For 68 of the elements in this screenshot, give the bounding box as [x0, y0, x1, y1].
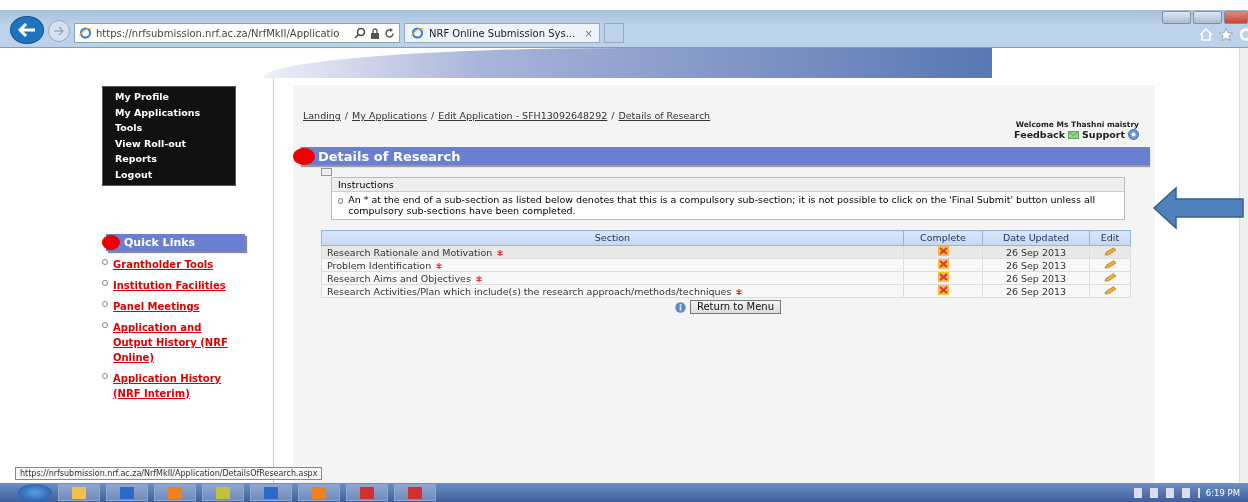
globe-icon[interactable]: [346, 484, 388, 501]
breadcrumb-link[interactable]: My Applications: [352, 110, 427, 121]
envelope-icon: [1068, 130, 1080, 139]
folder-icon[interactable]: [58, 484, 100, 501]
table-cell: Research Rationale and Motivation: [327, 246, 493, 258]
address-field[interactable]: https://nrfsubmission.nrf.ac.za/NrfMkII/Applicatio: [74, 23, 400, 43]
help-icon[interactable]: [1128, 129, 1139, 140]
browser-tab[interactable]: NRF Online Submission Sys... ×: [404, 23, 600, 43]
mail-icon[interactable]: [298, 484, 340, 501]
home-icon[interactable]: [1199, 28, 1213, 41]
forward-button[interactable]: [48, 20, 70, 42]
column-header: Edit: [1089, 230, 1131, 246]
instructions-text: An * at the end of a sub-section as listed below denotes that this is a compulsory sub-section; it is not possible to click on the 'Final Submit' button unless all compulsory sub-sections have been completed.: [348, 194, 1097, 216]
star-icon[interactable]: [1219, 28, 1233, 41]
media-icon[interactable]: [154, 484, 196, 501]
status-url: https://nrfsubmission.nrf.ac.za/NrfMkII/Application/DetailsOfResearch.aspx: [15, 467, 323, 480]
quick-link[interactable]: Application History (NRF Interim): [113, 370, 241, 401]
quick-links-title: Quick Links: [124, 235, 196, 249]
table-cell: Research Activities/Plan which include(s) the research approach/methods/techniques: [327, 285, 732, 297]
arrow-icon: [1152, 186, 1244, 230]
document-icon[interactable]: [250, 484, 292, 501]
collapse-button[interactable]: [321, 168, 332, 176]
minimize-button[interactable]: [1162, 11, 1191, 24]
table-cell: Problem Identification: [327, 259, 432, 271]
refresh-icon[interactable]: [384, 27, 395, 39]
feedback-link[interactable]: Feedback: [1014, 129, 1066, 140]
nav-menu-item[interactable]: Tools: [115, 120, 235, 136]
table-cell: Research Aims and Objectives: [327, 272, 471, 284]
breadcrumb-link[interactable]: Landing: [303, 110, 341, 121]
column-header: Date Updated: [982, 230, 1090, 246]
breadcrumb-separator: /: [430, 110, 435, 121]
breadcrumb-link[interactable]: Details of Research: [618, 110, 711, 121]
return-button[interactable]: Return to Menu: [689, 300, 781, 314]
back-arrow-icon: [18, 23, 36, 37]
quick-link[interactable]: Institution Facilities: [113, 277, 226, 293]
info-icon: [674, 301, 686, 313]
breadcrumb-separator: /: [611, 110, 615, 121]
nav-menu-item[interactable]: View Roll-out: [115, 135, 235, 152]
nav-menu-item[interactable]: Reports: [115, 151, 235, 167]
support-link[interactable]: Support: [1082, 129, 1125, 140]
new-tab-button[interactable]: [604, 23, 624, 43]
breadcrumb-link[interactable]: Edit Application - SFH13092648292: [438, 110, 608, 121]
quick-link[interactable]: Application and Output History (NRF Online): [113, 319, 241, 365]
dot-icon: [102, 234, 120, 250]
tool-icon[interactable]: [202, 484, 244, 501]
nav-menu-item[interactable]: Logout: [115, 166, 235, 183]
globe-icon: [411, 27, 424, 39]
nav-menu-item[interactable]: My Profile: [115, 89, 235, 105]
clock[interactable]: 6:19 PM: [1205, 487, 1240, 498]
column-header: Complete: [903, 230, 983, 246]
forward-arrow-icon: [53, 26, 65, 36]
quick-link[interactable]: Panel Meetings: [113, 298, 200, 314]
globe-icon: [79, 27, 92, 39]
page-title: Details of Research: [318, 148, 461, 164]
dot-icon: [293, 147, 315, 165]
back-button[interactable]: [10, 16, 44, 44]
search-icon[interactable]: [354, 27, 366, 39]
start-button[interactable]: [18, 484, 52, 501]
presentation-icon[interactable]: [394, 484, 436, 501]
nav-menu-item[interactable]: My Applications: [115, 104, 235, 121]
instructions-title: Instructions: [332, 178, 1124, 192]
breadcrumb-separator: /: [344, 110, 349, 121]
quick-link[interactable]: Grantholder Tools: [113, 256, 214, 272]
lock-icon: [370, 27, 380, 39]
close-button[interactable]: [1224, 11, 1248, 24]
restore-button[interactable]: [1193, 11, 1222, 24]
browser-icon[interactable]: [106, 484, 148, 501]
column-header: Section: [321, 230, 904, 246]
